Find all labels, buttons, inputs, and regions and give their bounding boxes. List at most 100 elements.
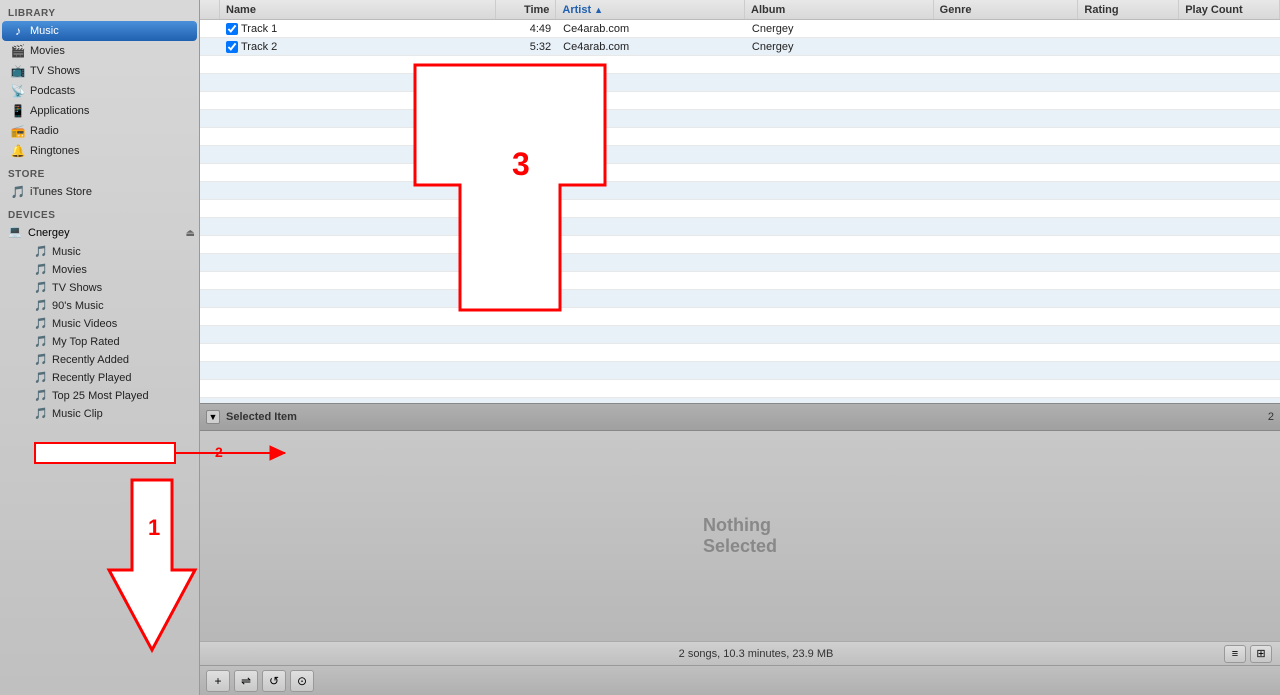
icon-music: ♪: [10, 23, 26, 39]
track-cell-rating-0: [1079, 20, 1179, 37]
device-root[interactable]: 💻 Cnergey ⏏: [0, 223, 199, 243]
label-device-toprated: My Top Rated: [52, 336, 120, 348]
track-cell-time-0: 4:49: [497, 20, 557, 37]
device-item-device-movies[interactable]: 🎵 Movies: [14, 261, 197, 279]
empty-track-row-6: [200, 128, 1280, 146]
selected-item-label: Selected Item: [226, 411, 1264, 423]
icon-radio: 📻: [10, 123, 26, 139]
empty-track-row-2: [200, 56, 1280, 74]
empty-track-row-16: [200, 308, 1280, 326]
label-radio: Radio: [30, 125, 59, 137]
label-itunes-store: iTunes Store: [30, 186, 92, 198]
col-header-genre[interactable]: Genre: [934, 0, 1079, 19]
label-device-top25: Top 25 Most Played: [52, 390, 149, 402]
icon-device-recentlyplayed: 🎵: [34, 371, 48, 385]
label-device-musicclip: Music Clip: [52, 408, 103, 420]
col-header-playcount[interactable]: Play Count: [1179, 0, 1280, 19]
col-header-rating[interactable]: Rating: [1078, 0, 1179, 19]
devices-section-header: DEVICES: [0, 202, 199, 223]
empty-track-row-12: [200, 236, 1280, 254]
track-list[interactable]: Track 14:49Ce4arab.comCnergeyTrack 25:32…: [200, 20, 1280, 403]
shuffle-button[interactable]: ⇌: [234, 670, 258, 692]
icon-device-toprated: 🎵: [34, 335, 48, 349]
icon-device-movies: 🎵: [34, 263, 48, 277]
device-item-device-90s[interactable]: 🎵90's Music: [14, 297, 197, 315]
icon-device-recentlyadded: 🎵: [34, 353, 48, 367]
device-name-label: Cnergey: [28, 227, 70, 239]
label-device-musicvideos: Music Videos: [52, 318, 117, 330]
store-header: STORE: [0, 161, 199, 182]
track-cell-genre-1: [935, 38, 1080, 55]
sidebar-item-movies[interactable]: 🎬 Movies: [2, 41, 197, 61]
device-item-device-toprated[interactable]: 🎵 My Top Rated: [14, 333, 197, 351]
icon-movies: 🎬: [10, 43, 26, 59]
device-item-device-musicclip[interactable]: 🎵 Music Clip: [14, 405, 197, 423]
sidebar-scroll-area: LIBRARY ♪Music🎬Movies📺TV Shows📡Podcasts📱…: [0, 0, 199, 695]
selected-item-toggle[interactable]: ▼: [206, 410, 220, 424]
sidebar-item-podcasts[interactable]: 📡Podcasts: [2, 81, 197, 101]
track-checkbox-1[interactable]: [226, 41, 238, 53]
sidebar-item-itunes-store[interactable]: 🎵iTunes Store: [2, 182, 197, 202]
track-cell-album-1: Cnergey: [746, 38, 935, 55]
track-cell-artist-1: Ce4arab.com: [557, 38, 746, 55]
col-header-album[interactable]: Album: [745, 0, 934, 19]
status-text: 2 songs, 10.3 minutes, 23.9 MB: [288, 648, 1224, 660]
track-cell-playcount-0: [1180, 20, 1280, 37]
status-controls: ≡ ⊞: [1224, 645, 1272, 663]
track-cell-name-1: Track 2: [220, 38, 497, 55]
empty-track-row-15: [200, 290, 1280, 308]
bottom-toolbar: + ⇌ ↺ ⊙: [200, 665, 1280, 695]
track-cell-name-0: Track 1: [220, 20, 497, 37]
devices-header-text: DEVICES: [8, 210, 55, 221]
col-header-artist[interactable]: Artist▲: [556, 0, 745, 19]
track-cell-time-1: 5:32: [497, 38, 557, 55]
col-header-time[interactable]: Time: [496, 0, 556, 19]
repeat-button[interactable]: ↺: [262, 670, 286, 692]
track-checkbox-0[interactable]: [226, 23, 238, 35]
track-cell-playcount-1: [1180, 38, 1280, 55]
empty-track-row-5: [200, 110, 1280, 128]
main-area: LIBRARY ♪Music🎬Movies📺TV Shows📡Podcasts📱…: [0, 0, 1280, 695]
col-header-name[interactable]: Name: [220, 0, 496, 19]
label-movies: Movies: [30, 45, 65, 57]
empty-track-row-19: [200, 362, 1280, 380]
empty-track-row-3: [200, 74, 1280, 92]
device-item-device-top25[interactable]: 🎵 Top 25 Most Played: [14, 387, 197, 405]
track-cell-artist-0: Ce4arab.com: [557, 20, 746, 37]
device-item-device-recentlyadded[interactable]: 🎵Recently Added: [14, 351, 197, 369]
icon-device-musicvideos: 🎵: [34, 317, 48, 331]
view-grid-btn[interactable]: ⊞: [1250, 645, 1272, 663]
sidebar: LIBRARY ♪Music🎬Movies📺TV Shows📡Podcasts📱…: [0, 0, 200, 695]
track-cell-album-0: Cnergey: [746, 20, 935, 37]
empty-track-row-9: [200, 182, 1280, 200]
label-device-90s: 90's Music: [52, 300, 104, 312]
label-device-tv: TV Shows: [52, 282, 102, 294]
add-button[interactable]: +: [206, 670, 230, 692]
empty-track-row-20: [200, 380, 1280, 398]
label-device-music: Music: [52, 246, 81, 258]
icon-device-musicclip: 🎵: [34, 407, 48, 421]
sidebar-item-music[interactable]: ♪Music: [2, 21, 197, 41]
sidebar-item-ringtones[interactable]: 🔔Ringtones: [2, 141, 197, 161]
empty-track-row-11: [200, 218, 1280, 236]
icon-device-top25: 🎵: [34, 389, 48, 403]
sidebar-item-tv-shows[interactable]: 📺TV Shows: [2, 61, 197, 81]
track-row-0[interactable]: Track 14:49Ce4arab.comCnergey: [200, 20, 1280, 38]
sidebar-item-applications[interactable]: 📱Applications: [2, 101, 197, 121]
device-item-device-musicvideos[interactable]: 🎵 Music Videos: [14, 315, 197, 333]
view-list-btn[interactable]: ≡: [1224, 645, 1246, 663]
sidebar-item-radio[interactable]: 📻 Radio: [2, 121, 197, 141]
device-item-device-music[interactable]: 🎵 Music: [14, 243, 197, 261]
label-ringtones: Ringtones: [30, 145, 80, 157]
eject-icon[interactable]: ⏏: [186, 228, 195, 239]
label-device-movies: Movies: [52, 264, 87, 276]
sync-button[interactable]: ⊙: [290, 670, 314, 692]
empty-track-row-14: [200, 272, 1280, 290]
library-header: LIBRARY: [0, 0, 199, 21]
library-items: ♪Music 🎬 Movies 📺TV Shows📡Podcasts📱Applicat…: [0, 21, 199, 161]
track-cell-rating-1: [1079, 38, 1179, 55]
device-item-device-tv[interactable]: 🎵TV Shows: [14, 279, 197, 297]
device-item-device-recentlyplayed[interactable]: 🎵Recently Played: [14, 369, 197, 387]
track-row-1[interactable]: Track 25:32Ce4arab.comCnergey: [200, 38, 1280, 56]
icon-device-music: 🎵: [34, 245, 48, 259]
